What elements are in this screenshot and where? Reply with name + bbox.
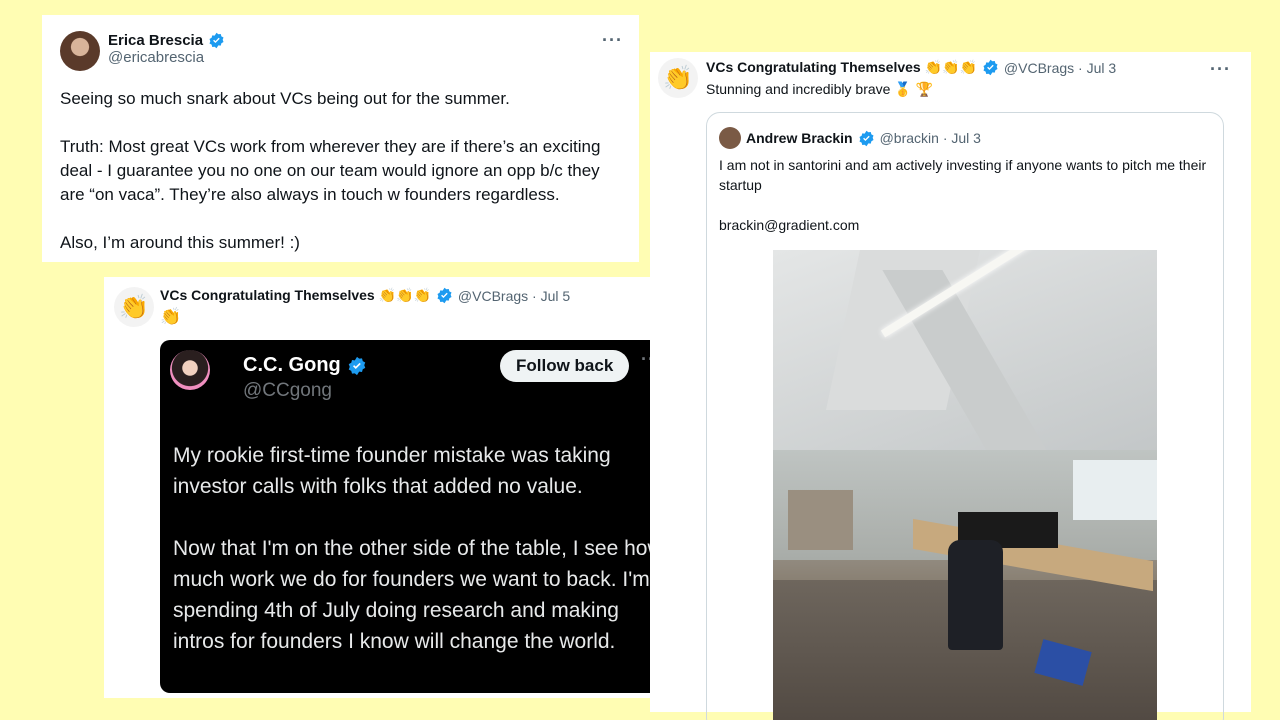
author-name[interactable]: C.C. Gong — [243, 354, 341, 377]
avatar[interactable]: 👏 — [658, 58, 698, 98]
tweet-paragraph: Seeing so much snark about VCs being out… — [60, 89, 510, 108]
avatar[interactable] — [719, 127, 741, 149]
quoted-tweet[interactable]: Andrew Brackin @brackin · Jul 3 I am not… — [706, 112, 1224, 720]
photo-shelf — [788, 490, 853, 550]
verified-badge-icon — [348, 356, 366, 375]
follow-back-button[interactable]: Follow back — [500, 350, 630, 382]
quoted-tweet-text: My rookie first-time founder mistake was… — [173, 440, 668, 688]
verified-badge-icon — [983, 59, 998, 76]
photo-chair — [948, 540, 1003, 650]
tweet-email[interactable]: brackin@gradient.com — [719, 215, 1209, 235]
tweet-paragraph: Also, I’m around this summer! :) — [60, 233, 300, 252]
verified-badge-icon — [437, 287, 452, 304]
office-photo[interactable] — [773, 250, 1157, 720]
more-options-icon[interactable]: ··· — [602, 31, 623, 49]
tweet-text: Seeing so much snark about VCs being out… — [60, 87, 620, 279]
author-handle-and-date[interactable]: @VCBrags · Jul 5 — [458, 288, 570, 304]
author-handle-and-date[interactable]: @VCBrags · Jul 3 — [1004, 60, 1116, 76]
clapping-hands-icon: 👏 — [119, 293, 149, 321]
author-name[interactable]: VCs Congratulating Themselves 👏👏👏 — [160, 287, 431, 304]
quoted-tweet-screenshot[interactable]: C.C. Gong @CCgong Follow back ··· My roo… — [160, 340, 678, 693]
tweet-card-erica[interactable]: Erica Brescia @ericabrescia ··· Seeing s… — [42, 15, 639, 262]
tweet-card-vcbrags-jul3[interactable]: 👏 VCs Congratulating Themselves 👏👏👏 @VCB… — [650, 52, 1251, 720]
tweet-paragraph: I am not in santorini and am actively in… — [719, 157, 1207, 193]
tweet-text: Stunning and incredibly brave 🥇 🏆 — [706, 81, 934, 97]
clapping-hands-icon: 👏 — [663, 64, 693, 92]
photo-window — [1073, 460, 1157, 520]
verified-badge-icon — [859, 130, 874, 146]
tweet-text: 👏 — [160, 307, 182, 326]
author-name[interactable]: Erica Brescia — [108, 32, 203, 49]
verified-badge-icon — [209, 32, 224, 49]
author-name[interactable]: VCs Congratulating Themselves 👏👏👏 — [706, 59, 977, 76]
avatar[interactable] — [60, 31, 100, 71]
avatar[interactable]: 👏 — [114, 287, 154, 327]
author-handle[interactable]: @CCgong — [243, 380, 332, 402]
tweet-card-vcbrags-jul5[interactable]: 👏 VCs Congratulating Themselves 👏👏👏 @VCB… — [104, 277, 695, 698]
tweet-paragraph: Truth: Most great VCs work from wherever… — [60, 137, 601, 204]
tweet-paragraph: Now that I'm on the other side of the ta… — [173, 537, 663, 653]
tweet-paragraph: My rookie first-time founder mistake was… — [173, 444, 611, 498]
quoted-tweet-text: I am not in santorini and am actively in… — [719, 155, 1209, 255]
avatar[interactable] — [170, 350, 210, 390]
author-handle[interactable]: @ericabrescia — [108, 49, 225, 66]
author-handle-and-date[interactable]: @brackin · Jul 3 — [880, 130, 981, 146]
more-options-icon[interactable]: ··· — [1210, 60, 1231, 78]
author-name[interactable]: Andrew Brackin — [746, 130, 853, 146]
